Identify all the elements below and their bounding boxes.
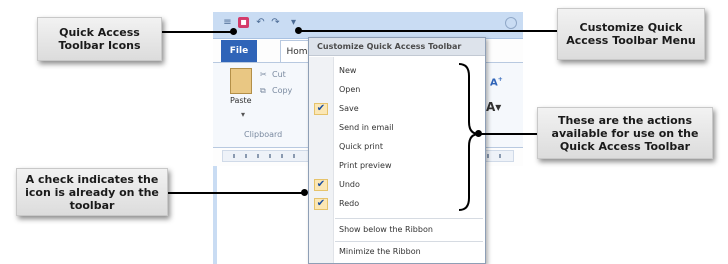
tab-file[interactable]: File — [221, 40, 257, 62]
undo-icon[interactable]: ↶ — [255, 17, 266, 28]
redo-icon[interactable]: ↷ — [270, 17, 281, 28]
copy-icon[interactable]: ⧉ — [260, 86, 266, 96]
clipboard-group-label: Clipboard — [244, 130, 283, 139]
menu-item-label: Minimize the Ribbon — [339, 247, 421, 256]
paste-icon[interactable] — [230, 68, 252, 94]
checkmark-icon: ✔ — [314, 103, 328, 115]
callout-customize-menu: Customize Quick Access Toolbar Menu — [557, 8, 705, 60]
connector-line — [478, 133, 537, 135]
menu-item-label: Print preview — [339, 161, 392, 170]
menu-item-minimize-ribbon[interactable]: Minimize the Ribbon — [309, 243, 485, 261]
callout-actions: These are the actions available for use … — [537, 107, 713, 159]
grow-font-icon[interactable]: A+ — [490, 76, 503, 88]
copy-label[interactable]: Copy — [272, 86, 292, 95]
menu-header: Customize Quick Access Toolbar — [309, 38, 485, 56]
menu-separator — [335, 218, 483, 219]
connector-dot — [475, 130, 482, 137]
menu-icon[interactable]: ≡ — [222, 17, 233, 28]
chevron-down-icon[interactable]: ▾ — [241, 110, 245, 119]
menu-item-label: New — [339, 66, 357, 75]
menu-item-label: Redo — [339, 199, 360, 208]
connector-dot — [230, 28, 237, 35]
cut-icon[interactable]: ✂ — [260, 70, 267, 79]
connector-dot — [301, 189, 308, 196]
menu-item-show-below-ribbon[interactable]: Show below the Ribbon — [309, 221, 485, 239]
connector-line — [298, 30, 557, 32]
menu-item-label: Save — [339, 104, 359, 113]
menu-item-label: Send in email — [339, 123, 394, 132]
connector-dot — [295, 27, 302, 34]
checkmark-icon: ✔ — [314, 198, 328, 210]
menu-item-label: Open — [339, 85, 361, 94]
menu-item-label: Quick print — [339, 142, 383, 151]
paste-label: Paste — [230, 96, 252, 105]
connector-line — [168, 192, 304, 194]
callout-check-note: A check indicates the icon is already on… — [16, 168, 168, 216]
font-color-icon[interactable]: A▾ — [486, 100, 501, 114]
checkmark-icon: ✔ — [314, 179, 328, 191]
save-icon[interactable]: ▪ — [238, 17, 249, 28]
menu-item-label: Undo — [339, 180, 360, 189]
help-icon[interactable] — [505, 17, 517, 29]
menu-separator — [335, 241, 483, 242]
brace-shape — [458, 63, 480, 211]
cut-label[interactable]: Cut — [272, 70, 286, 79]
connector-line — [162, 31, 233, 33]
menu-item-label: Show below the Ribbon — [339, 225, 433, 234]
callout-qat-icons: Quick Access Toolbar Icons — [37, 17, 162, 61]
